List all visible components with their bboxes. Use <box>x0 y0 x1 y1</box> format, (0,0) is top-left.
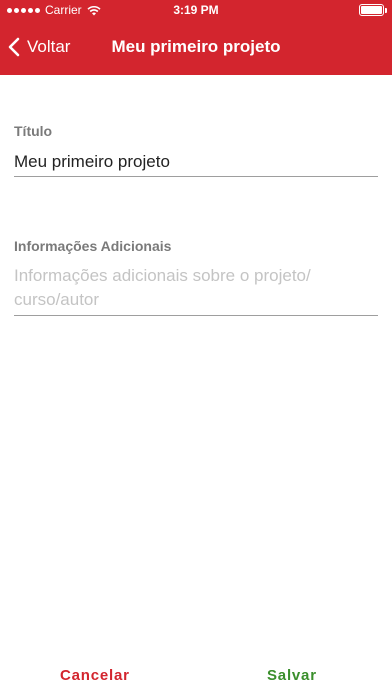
title-field-label: Título <box>14 123 53 139</box>
status-time: 3:19 PM <box>173 3 219 17</box>
app-screen: Carrier 3:19 PM Voltar Meu primeiro proj… <box>0 0 392 696</box>
title-input[interactable] <box>14 148 378 177</box>
cancel-button[interactable]: Cancelar <box>60 664 130 686</box>
page-title: Meu primeiro projeto <box>111 37 281 56</box>
nav-bar: Voltar Meu primeiro projeto <box>0 20 392 75</box>
header: Carrier 3:19 PM Voltar Meu primeiro proj… <box>0 0 392 75</box>
battery-icon <box>359 4 387 16</box>
status-bar: Carrier 3:19 PM <box>0 0 392 20</box>
info-field-label: Informações Adicionais <box>14 238 172 254</box>
save-button[interactable]: Salvar <box>267 664 317 686</box>
additional-info-input[interactable] <box>14 264 378 316</box>
